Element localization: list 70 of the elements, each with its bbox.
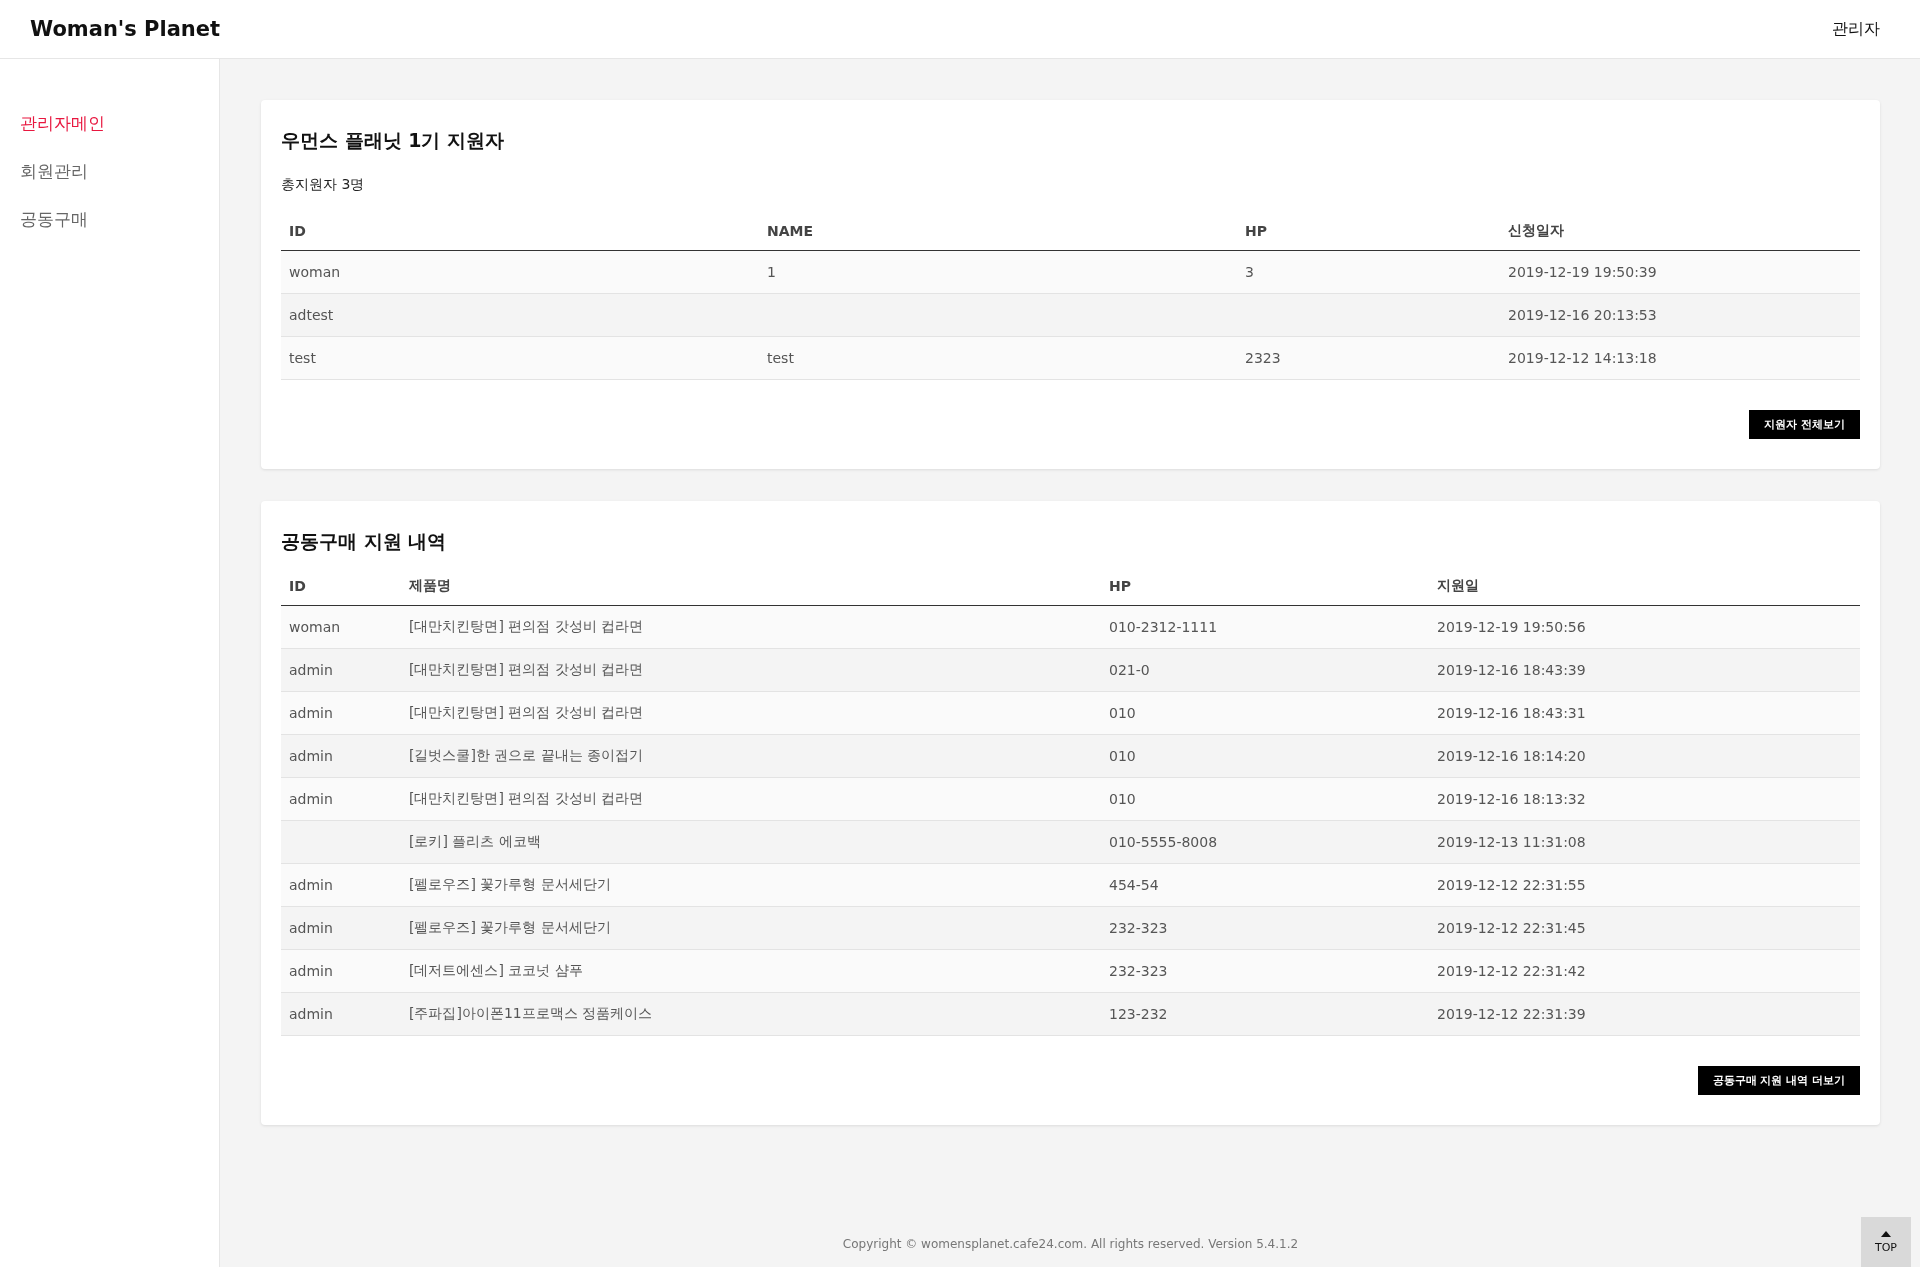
- table-cell: woman: [281, 605, 401, 649]
- table-cell: 2019-12-12 22:31:55: [1429, 863, 1860, 907]
- table-cell: [주파집]아이폰11프로맥스 정품케이스: [401, 992, 1101, 1036]
- table-cell: 010: [1101, 734, 1429, 778]
- card-title: 공동구매 지원 내역: [281, 529, 448, 554]
- table-cell: admin: [281, 949, 401, 993]
- table-cell: [데저트에센스] 코코넛 샴푸: [401, 949, 1101, 993]
- table-cell: 2019-12-16 18:43:31: [1429, 691, 1860, 735]
- table-cell: admin: [281, 992, 401, 1036]
- table-cell: 2019-12-12 22:31:42: [1429, 949, 1860, 993]
- view-all-applicants-button[interactable]: 지원자 전체보기: [1749, 410, 1860, 439]
- table-cell: 454-54: [1101, 863, 1429, 907]
- column-header: 지원일: [1429, 577, 1860, 606]
- table-cell: 1: [759, 250, 1237, 294]
- copyright-text: Copyright © womensplanet.cafe24.com. All rights reserved. Version 5.4.1.2: [842, 1237, 1299, 1251]
- table-cell: 2019-12-19 19:50:39: [1500, 250, 1860, 294]
- table-cell: adtest: [281, 293, 759, 337]
- table-cell: test: [759, 336, 1237, 380]
- table-cell: admin: [281, 777, 401, 821]
- table-cell: admin: [281, 734, 401, 778]
- table-cell: [대만치킨탕면] 편의점 갓성비 컵라면: [401, 648, 1101, 692]
- sidebar-item[interactable]: 회원관리: [0, 147, 108, 195]
- table-cell: 2019-12-16 18:43:39: [1429, 648, 1860, 692]
- table-cell: [대만치킨탕면] 편의점 갓성비 컵라면: [401, 777, 1101, 821]
- table-cell: [펠로우즈] 꽃가루형 문서세단기: [401, 906, 1101, 950]
- table-cell: 2019-12-16 20:13:53: [1500, 293, 1860, 337]
- column-header: 신청일자: [1500, 222, 1860, 251]
- column-header: HP: [1237, 222, 1500, 251]
- column-header: NAME: [759, 222, 1237, 251]
- table-cell: [펠로우즈] 꽃가루형 문서세단기: [401, 863, 1101, 907]
- column-header: 제품명: [401, 577, 1101, 606]
- table-cell: 2019-12-12 14:13:18: [1500, 336, 1860, 380]
- table-cell: admin: [281, 863, 401, 907]
- more-group-buy-button[interactable]: 공동구매 지원 내역 더보기: [1697, 1066, 1860, 1095]
- back-to-top-button[interactable]: TOP: [1861, 1217, 1911, 1267]
- card-title: 우먼스 플래닛 1기 지원자: [281, 128, 506, 153]
- table-cell: 2019-12-12 22:31:45: [1429, 906, 1860, 950]
- table-cell: 2019-12-12 22:31:39: [1429, 992, 1860, 1036]
- admin-user-label[interactable]: 관리자: [1832, 18, 1880, 40]
- table-cell: test: [281, 336, 759, 380]
- column-header: ID: [281, 222, 759, 251]
- table-cell: admin: [281, 691, 401, 735]
- table-cell: admin: [281, 648, 401, 692]
- table-cell: 232-323: [1101, 949, 1429, 993]
- sidebar-item[interactable]: 공동구매: [0, 195, 108, 243]
- table-cell: 3: [1237, 250, 1500, 294]
- column-header: HP: [1101, 577, 1429, 606]
- table-cell: 010: [1101, 691, 1429, 735]
- table-cell: 2019-12-13 11:31:08: [1429, 820, 1860, 864]
- table-cell: 232-323: [1101, 906, 1429, 950]
- table-cell: 2323: [1237, 336, 1500, 380]
- column-header: ID: [281, 577, 401, 606]
- table-cell: [대만치킨탕면] 편의점 갓성비 컵라면: [401, 691, 1101, 735]
- table-cell: 2019-12-16 18:14:20: [1429, 734, 1860, 778]
- sidebar-item[interactable]: 관리자메인: [0, 99, 125, 147]
- table-cell: 2019-12-19 19:50:56: [1429, 605, 1860, 649]
- applicant-total: 총지원자 3명: [281, 176, 366, 194]
- site-logo[interactable]: Woman's Planet: [30, 17, 221, 41]
- table-cell: [대만치킨탕면] 편의점 갓성비 컵라면: [401, 605, 1101, 649]
- table-cell: [로키] 플리츠 에코백: [401, 820, 1101, 864]
- table-cell: 010-5555-8008: [1101, 820, 1429, 864]
- table-cell: woman: [281, 250, 759, 294]
- table-cell: 123-232: [1101, 992, 1429, 1036]
- table-cell: 010-2312-1111: [1101, 605, 1429, 649]
- table-cell: [길벗스쿨]한 권으로 끝내는 종이접기: [401, 734, 1101, 778]
- table-cell: 010: [1101, 777, 1429, 821]
- table-cell: 021-0: [1101, 648, 1429, 692]
- up-triangle-icon: [1881, 1230, 1891, 1237]
- table-cell: 2019-12-16 18:13:32: [1429, 777, 1860, 821]
- table-cell: admin: [281, 906, 401, 950]
